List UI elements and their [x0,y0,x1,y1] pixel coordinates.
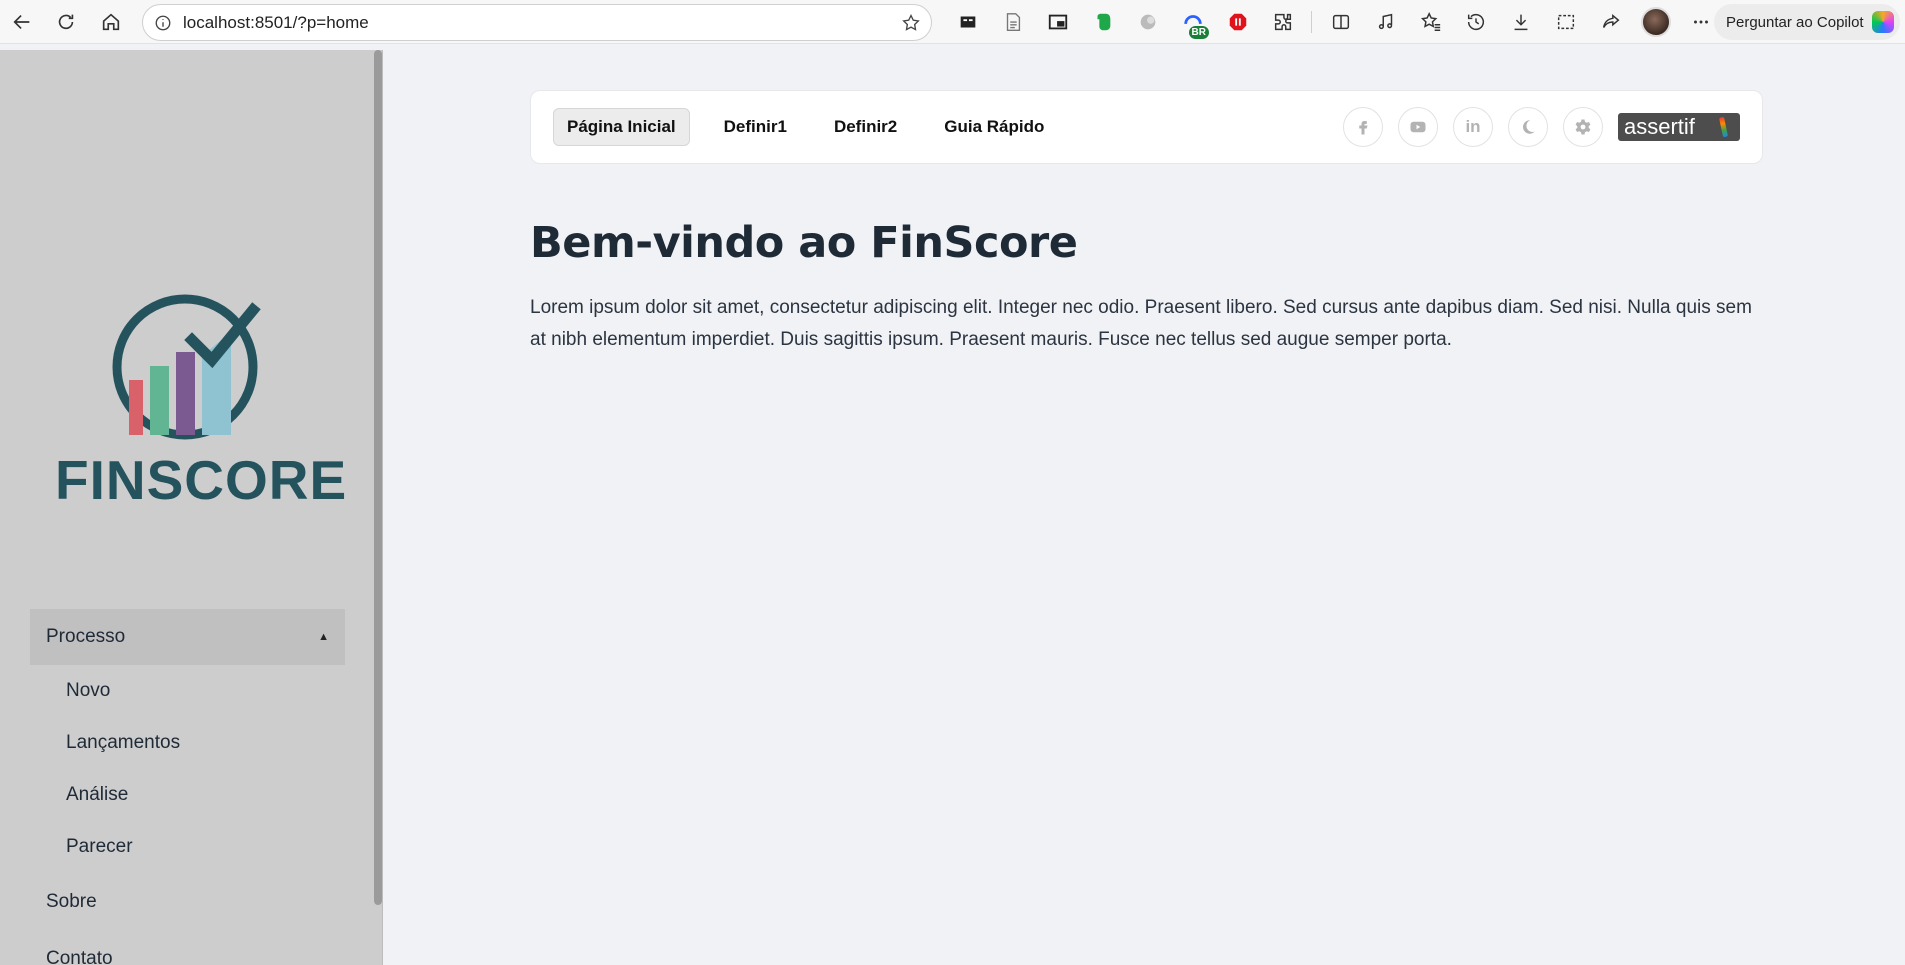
screenshot-icon[interactable] [1543,0,1588,44]
menu-item-sobre[interactable]: Sobre [30,873,345,930]
history-icon[interactable] [1453,0,1498,44]
youtube-icon[interactable] [1398,107,1438,147]
tab-definir2[interactable]: Definir2 [821,109,910,145]
page-title: Bem-vindo ao FinScore [530,218,1078,268]
top-navbar: Página Inicial Definir1 Definir2 Guia Rá… [530,90,1763,164]
address-bar[interactable]: localhost:8501/?p=home [142,4,932,41]
reload-icon[interactable] [44,0,88,44]
linkedin-icon[interactable]: in [1453,107,1493,147]
menu-group-label: Processo [46,626,126,647]
menu-item-contato[interactable]: Contato [30,930,345,965]
puzzle-icon[interactable] [1260,0,1305,44]
logo-chart-icon [112,294,261,440]
copilot-icon [1872,11,1894,33]
copilot-label: Perguntar ao Copilot [1726,13,1864,31]
tab-guia-rapido[interactable]: Guia Rápido [931,109,1057,145]
translate-extension-icon[interactable]: BR [1170,0,1215,44]
menu-item-parecer[interactable]: Parecer [30,821,345,873]
media-icon[interactable] [1363,0,1408,44]
menu-group-processo[interactable]: Processo ▲ [30,609,345,665]
menu-item-analise[interactable]: Análise [30,769,345,821]
menu-item-lancamentos[interactable]: Lançamentos [30,717,345,769]
gear-icon[interactable] [1563,107,1603,147]
finscore-logo: FINSCORE [55,290,346,511]
adblock-icon[interactable] [1215,0,1260,44]
picture-in-picture-icon[interactable] [1035,0,1080,44]
sidebar-menu: Processo ▲ Novo Lançamentos Análise Pare… [30,609,345,965]
evernote-icon[interactable] [1080,0,1125,44]
sidebar: FINSCORE Processo ▲ Novo Lançamentos Aná… [0,50,382,965]
back-icon[interactable] [0,0,44,44]
sidebar-divider [382,50,383,965]
sidebar-scrollbar[interactable] [374,50,382,905]
downloads-icon[interactable] [1498,0,1543,44]
split-screen-icon[interactable] [1318,0,1363,44]
share-icon[interactable] [1588,0,1633,44]
moon-icon[interactable] [1508,107,1548,147]
logo-text: FINSCORE [55,449,348,511]
tab-pagina-inicial[interactable]: Página Inicial [553,108,690,146]
browser-toolbar: localhost:8501/?p=home BR Perguntar ao C… [0,0,1905,44]
favorite-star-icon[interactable] [891,13,931,33]
extension-gray-icon[interactable] [1125,0,1170,44]
page-body-text: Lorem ipsum dolor sit amet, consectetur … [530,297,1752,350]
favorites-icon[interactable] [1408,0,1453,44]
home-icon[interactable] [89,0,133,44]
avatar[interactable] [1640,7,1671,37]
extension-icons: BR [945,0,1723,44]
assertif-logo[interactable]: assertif [1618,113,1740,141]
tab-definir1[interactable]: Definir1 [711,109,800,145]
caret-up-icon: ▲ [318,631,329,643]
facebook-icon[interactable] [1343,107,1383,147]
url-text[interactable]: localhost:8501/?p=home [183,13,891,33]
assertif-text: assertif [1624,114,1695,139]
copilot-button[interactable]: Perguntar ao Copilot [1714,4,1900,40]
menu-item-novo[interactable]: Novo [30,665,345,717]
document-icon[interactable] [990,0,1035,44]
profile-avatar[interactable] [1633,0,1678,44]
assertif-mark-icon [1718,116,1729,138]
info-icon[interactable] [143,14,183,32]
navbar-icons: in assertif [1343,107,1740,147]
toolbar-separator [1311,11,1312,33]
reader-icon[interactable] [945,0,990,44]
